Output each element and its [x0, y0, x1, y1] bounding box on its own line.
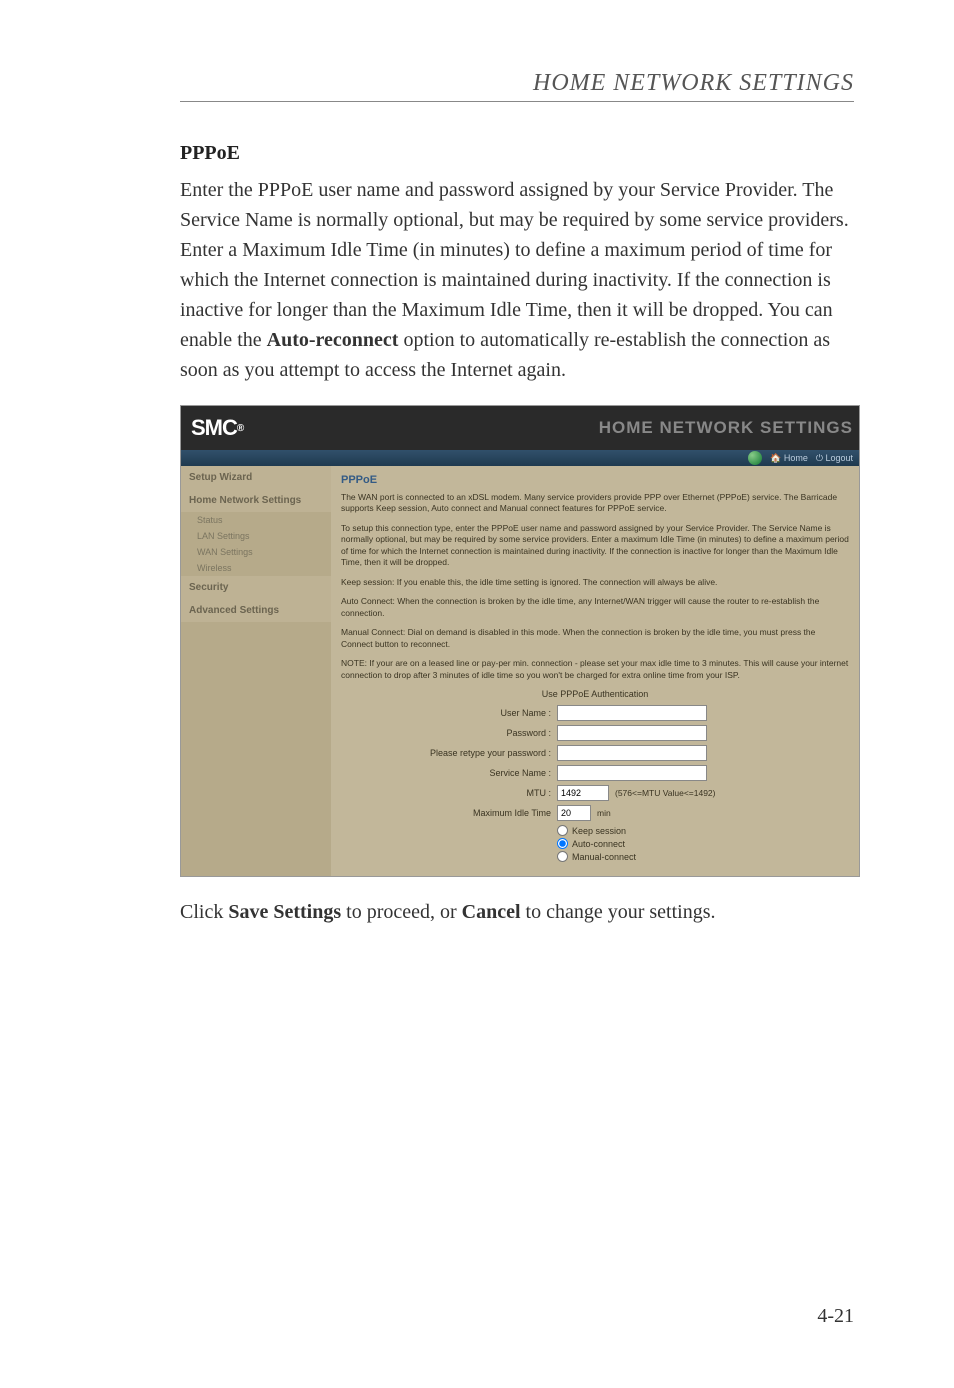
logo-text: SMC	[191, 415, 237, 441]
mtu-hint: (576<=MTU Value<=1492)	[615, 788, 716, 798]
page-header-title: HOME NETWORK SETTINGS	[180, 70, 854, 102]
screenshot-sidebar: Setup Wizard Home Network Settings Statu…	[181, 466, 331, 876]
sidebar-item-lan[interactable]: LAN Settings	[181, 528, 331, 544]
sidebar-item-status[interactable]: Status	[181, 512, 331, 528]
service-name-input[interactable]	[557, 765, 707, 781]
content-title: PPPoE	[341, 474, 849, 486]
home-link[interactable]: 🏠 Home	[770, 453, 808, 464]
content-p4: Auto Connect: When the connection is bro…	[341, 596, 849, 619]
section-paragraph: Enter the PPPoE user name and password a…	[180, 175, 854, 385]
auto-connect-label: Auto-connect	[572, 839, 625, 849]
password-label: Password :	[341, 728, 551, 738]
caption-text: Click Save Settings to proceed, or Cance…	[180, 897, 854, 927]
service-name-label: Service Name :	[341, 768, 551, 778]
screenshot-toolbar: 🏠 Home ⏻ Logout	[181, 450, 859, 466]
auto-connect-radio[interactable]	[557, 838, 568, 849]
sidebar-item-wireless[interactable]: Wireless	[181, 560, 331, 576]
content-p3: Keep session: If you enable this, the id…	[341, 577, 849, 588]
retype-password-input[interactable]	[557, 745, 707, 761]
idle-hint: min	[597, 808, 611, 818]
retype-label: Please retype your password :	[341, 748, 551, 758]
form-title: Use PPPoE Authentication	[341, 689, 849, 699]
manual-connect-option[interactable]: Manual-connect	[557, 851, 849, 862]
password-input[interactable]	[557, 725, 707, 741]
keep-session-radio[interactable]	[557, 825, 568, 836]
logout-link[interactable]: ⏻ Logout	[816, 453, 853, 464]
sidebar-item-setup-wizard[interactable]: Setup Wizard	[181, 466, 331, 489]
sidebar-item-home-network[interactable]: Home Network Settings	[181, 489, 331, 512]
pppoe-form: Use PPPoE Authentication User Name : Pas…	[341, 689, 849, 862]
mtu-label: MTU :	[341, 788, 551, 798]
screenshot-content: PPPoE The WAN port is connected to an xD…	[331, 466, 859, 876]
sidebar-item-wan[interactable]: WAN Settings	[181, 544, 331, 560]
keep-session-option[interactable]: Keep session	[557, 825, 849, 836]
content-p1: The WAN port is connected to an xDSL mod…	[341, 492, 849, 515]
auto-connect-option[interactable]: Auto-connect	[557, 838, 849, 849]
content-p5: Manual Connect: Dial on demand is disabl…	[341, 627, 849, 650]
globe-icon	[748, 451, 762, 465]
sidebar-item-security[interactable]: Security	[181, 576, 331, 599]
manual-connect-radio[interactable]	[557, 851, 568, 862]
page-number: 4-21	[817, 1305, 854, 1328]
screenshot-topbar: SMC® HOME NETWORK SETTINGS	[181, 406, 859, 450]
idle-label: Maximum Idle Time	[341, 808, 551, 818]
router-admin-screenshot: SMC® HOME NETWORK SETTINGS 🏠 Home ⏻ Logo…	[180, 405, 860, 877]
connection-mode-group: Keep session Auto-connect Manual-connect	[557, 825, 849, 862]
manual-connect-label: Manual-connect	[572, 852, 636, 862]
smc-logo: SMC®	[181, 406, 331, 450]
content-p2: To setup this connection type, enter the…	[341, 523, 849, 569]
section-heading: PPPoE	[180, 142, 854, 165]
mtu-input[interactable]	[557, 785, 609, 801]
content-p6: NOTE: If your are on a leased line or pa…	[341, 658, 849, 681]
username-label: User Name :	[341, 708, 551, 718]
keep-session-label: Keep session	[572, 826, 626, 836]
screenshot-page-title: HOME NETWORK SETTINGS	[331, 406, 859, 450]
username-input[interactable]	[557, 705, 707, 721]
idle-input[interactable]	[557, 805, 591, 821]
registered-icon: ®	[237, 423, 243, 434]
sidebar-item-advanced[interactable]: Advanced Settings	[181, 599, 331, 622]
